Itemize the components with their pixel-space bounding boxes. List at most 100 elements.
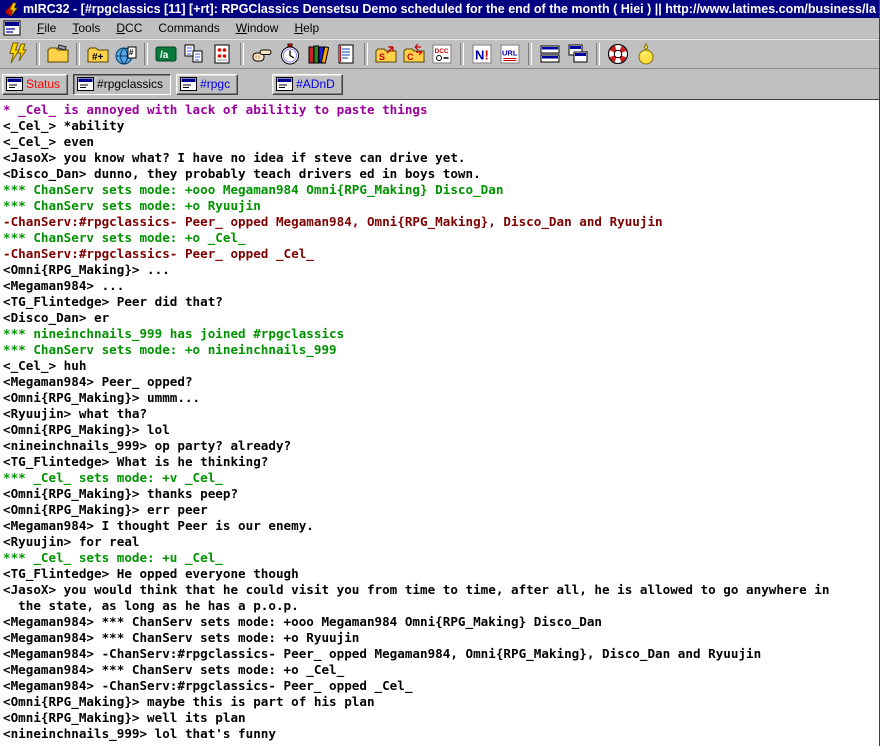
toolbar: #+#/aSCDCCN!URL (0, 39, 879, 69)
menu-file[interactable]: File (29, 19, 64, 37)
chat-line: <Megaman984> *** ChanServ sets mode: +o … (3, 630, 879, 646)
channels-folder-button[interactable]: #+ (85, 42, 111, 66)
chat-line: <Disco_Dan> er (3, 310, 879, 326)
switchbar-button-label: #rpgc (200, 77, 230, 91)
svg-text:!: ! (485, 48, 489, 63)
chat-line: <Megaman984> -ChanServ:#rpgclassics- Pee… (3, 678, 879, 694)
tile-windows-button[interactable] (537, 42, 563, 66)
list-channels-icon: # (115, 43, 137, 65)
window-title: mIRC32 - [#rpgclassics [11] [+rt]: RPGCl… (23, 2, 876, 16)
chat-line: <Megaman984> -ChanServ:#rpgclassics- Pee… (3, 646, 879, 662)
chat-line: -ChanServ:#rpgclassics- Peer_ opped _Cel… (3, 246, 879, 262)
menu-dcc[interactable]: DCC (108, 19, 150, 37)
chat-line: <Omni{RPG_Making}> ... (3, 262, 879, 278)
chat-line: *** _Cel_ sets mode: +u _Cel_ (3, 550, 879, 566)
news-button[interactable]: N! (469, 42, 495, 66)
cascade-windows-button[interactable] (565, 42, 591, 66)
switchbar-button-label: Status (26, 77, 60, 91)
address-book-icon (307, 43, 329, 65)
switchbar-button-adnd[interactable]: #ADnD (272, 74, 343, 95)
menu-bar: FileToolsDCCCommandsWindowHelp (0, 18, 879, 39)
hint-button[interactable] (633, 42, 659, 66)
chat-line: *** ChanServ sets mode: +o Ryuujin (3, 198, 879, 214)
toolbar-separator (36, 43, 40, 65)
address-book-button[interactable] (305, 42, 331, 66)
chat-line: <Ryuujin> what tha? (3, 406, 879, 422)
dcc-send-button[interactable]: S (373, 42, 399, 66)
chat-line: *** _Cel_ sets mode: +v _Cel_ (3, 470, 879, 486)
help-button[interactable] (605, 42, 631, 66)
chat-line: <_Cel_> *ability (3, 118, 879, 134)
dcc-chat-icon: C (403, 43, 425, 65)
mirc-app-icon[interactable] (3, 2, 19, 17)
switchbar-button-rpgc[interactable]: #rpgc (176, 74, 238, 95)
chat-line: <Omni{RPG_Making}> ummm... (3, 390, 879, 406)
menu-help[interactable]: Help (286, 19, 327, 37)
hint-icon (635, 43, 657, 65)
window-icon (6, 77, 23, 91)
connect-icon (6, 42, 30, 66)
chat-line: <JasoX> you would think that he could vi… (3, 582, 879, 598)
cascade-windows-icon (567, 43, 589, 65)
options-icon (47, 43, 69, 65)
aliases-button[interactable]: /a (153, 42, 179, 66)
chat-line: -ChanServ:#rpgclassics- Peer_ opped Mega… (3, 214, 879, 230)
chat-line: <Megaman984> *** ChanServ sets mode: +oo… (3, 614, 879, 630)
clock-icon (279, 43, 301, 65)
chat-line: <Omni{RPG_Making}> well its plan (3, 710, 879, 726)
chat-log[interactable]: * _Cel_ is annoyed with lack of abilitiy… (0, 99, 879, 746)
chat-line: <TG_Flintedge> He opped everyone though (3, 566, 879, 582)
clock-button[interactable] (277, 42, 303, 66)
toolbar-separator (240, 43, 244, 65)
svg-text:C: C (407, 52, 414, 62)
menu-tools[interactable]: Tools (64, 19, 108, 37)
channel-window-icon[interactable] (3, 20, 23, 36)
toolbar-separator (460, 43, 464, 65)
chat-line: <Megaman984> *** ChanServ sets mode: +o … (3, 662, 879, 678)
url-icon: URL (499, 43, 521, 65)
chat-line: <TG_Flintedge> What is he thinking? (3, 454, 879, 470)
popups-icon (183, 43, 205, 65)
chat-line: <Megaman984> Peer_ opped? (3, 374, 879, 390)
aliases-icon: /a (155, 43, 177, 65)
window-icon (276, 77, 293, 91)
menu-commands[interactable]: Commands (150, 19, 227, 37)
svg-text:S: S (379, 52, 385, 62)
switchbar-button-status[interactable]: Status (2, 74, 68, 95)
notepad-button[interactable] (333, 42, 359, 66)
switchbar-button-label: #rpgclassics (97, 77, 163, 91)
finger-button[interactable] (249, 42, 275, 66)
svg-text:N: N (475, 48, 484, 63)
title-bar: mIRC32 - [#rpgclassics [11] [+rt]: RPGCl… (0, 0, 879, 18)
dcc-chat-button[interactable]: C (401, 42, 427, 66)
chat-line: <nineinchnails_999> lol that's funny (3, 726, 879, 742)
chat-line: <Omni{RPG_Making}> thanks peep? (3, 486, 879, 502)
notepad-icon (335, 43, 357, 65)
chat-line: <Omni{RPG_Making}> err peer (3, 502, 879, 518)
chat-line: <Omni{RPG_Making}> maybe this is part of… (3, 694, 879, 710)
window-icon (180, 77, 197, 91)
svg-text:/a: /a (160, 50, 169, 61)
popups-button[interactable] (181, 42, 207, 66)
chat-line: <_Cel_> even (3, 134, 879, 150)
connect-button[interactable] (5, 42, 31, 66)
chat-line: <Megaman984> I thought Peer is our enemy… (3, 518, 879, 534)
chat-line: <JasoX> you know what? I have no idea if… (3, 150, 879, 166)
list-channels-button[interactable]: # (113, 42, 139, 66)
switchbar-button-rpgclassics[interactable]: #rpgclassics (73, 74, 171, 95)
svg-text:#: # (129, 48, 134, 57)
channels-folder-icon: #+ (87, 43, 109, 65)
chat-line: <TG_Flintedge> Peer did that? (3, 294, 879, 310)
chat-line: *** ChanServ sets mode: +o nineinchnails… (3, 342, 879, 358)
chat-line: <Ryuujin> for real (3, 534, 879, 550)
menu-window[interactable]: Window (228, 19, 287, 37)
options-button[interactable] (45, 42, 71, 66)
mirc-window: mIRC32 - [#rpgclassics [11] [+rt]: RPGCl… (0, 0, 880, 746)
switchbar: Status #rpgclassics #rpgc #ADnD (0, 69, 879, 99)
dcc-options-button[interactable]: DCC (429, 42, 455, 66)
dcc-options-icon: DCC (431, 43, 453, 65)
remote-button[interactable] (209, 42, 235, 66)
help-icon (607, 43, 629, 65)
chat-line: <Disco_Dan> dunno, they probably teach d… (3, 166, 879, 182)
url-button[interactable]: URL (497, 42, 523, 66)
